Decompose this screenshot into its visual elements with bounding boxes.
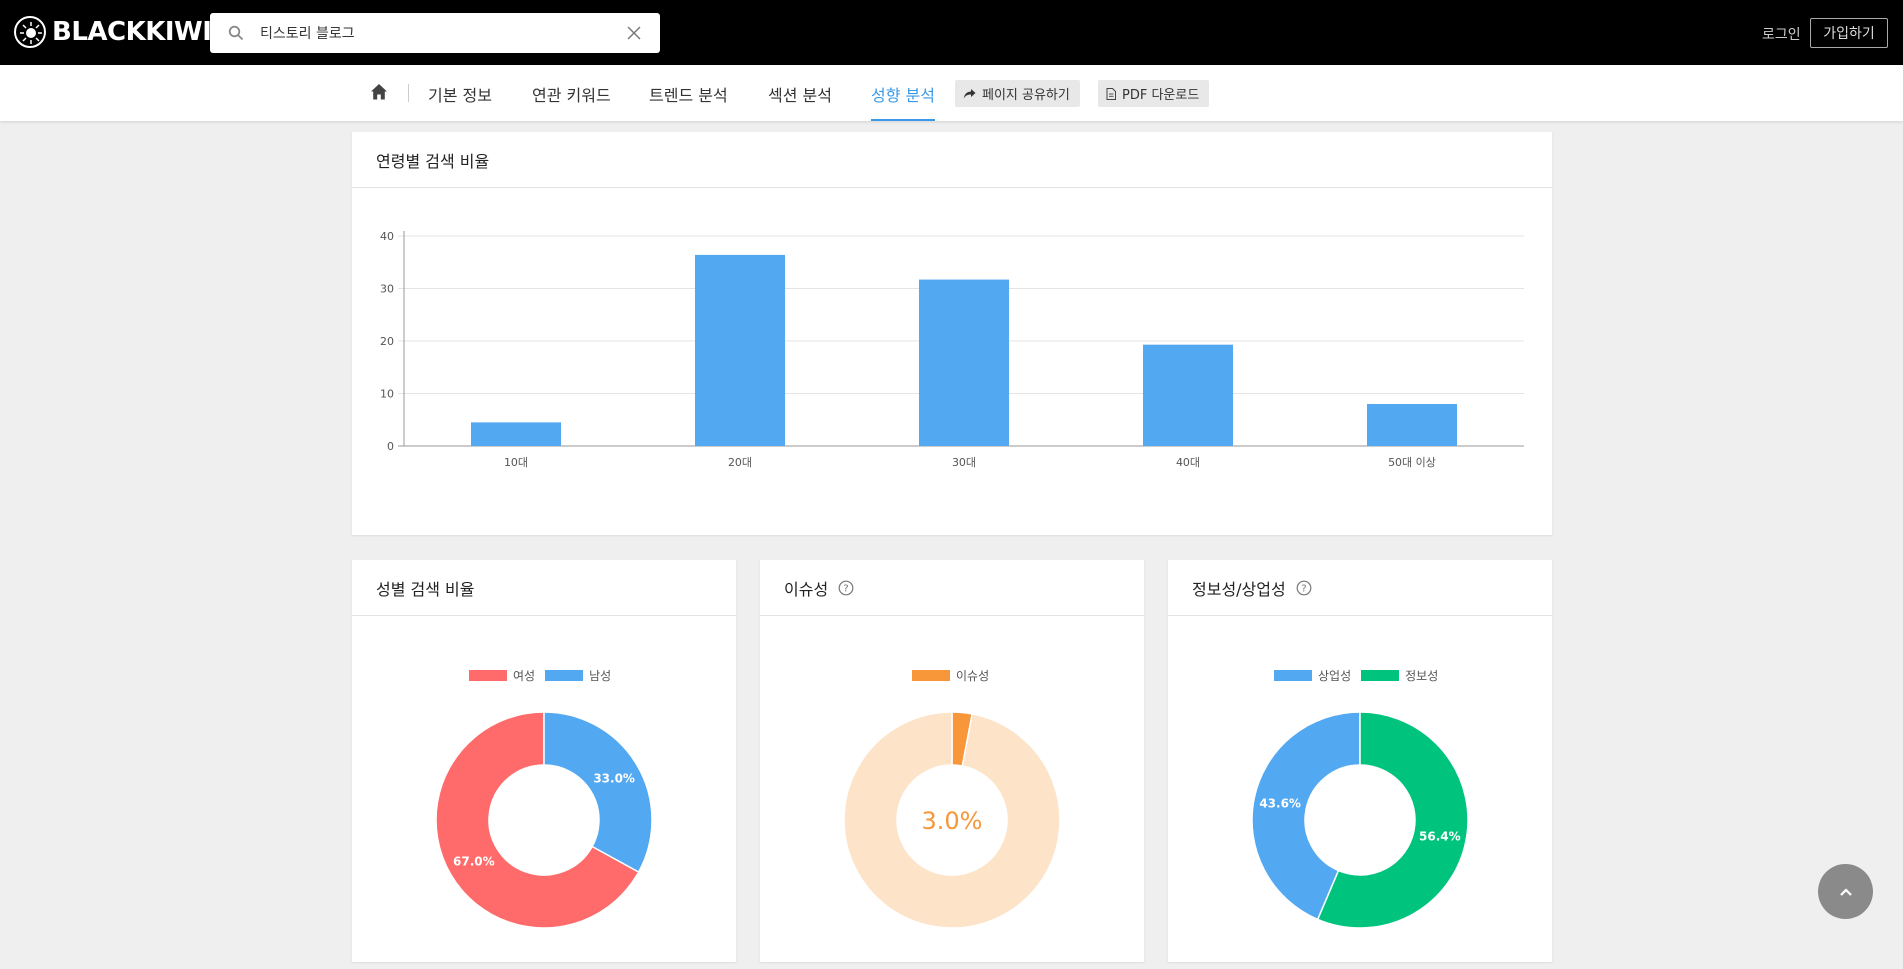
- card-title: 이슈성: [784, 579, 829, 599]
- legend-item-commercial: 상업성: [1274, 667, 1351, 684]
- slice-label: 33.0%: [593, 772, 635, 786]
- legend-swatch: [1274, 670, 1312, 681]
- y-tick-label: 30: [380, 283, 394, 296]
- x-tick-label: 20대: [728, 456, 752, 469]
- y-tick-label: 40: [380, 230, 394, 243]
- card-title: 성별 검색 비율: [376, 579, 475, 599]
- legend-swatch: [469, 670, 507, 681]
- tab-trend-analysis[interactable]: 트렌드 분석: [649, 82, 728, 121]
- scroll-top-button[interactable]: [1818, 864, 1873, 919]
- gender-ratio-card: 성별 검색 비율 여성 남성 67.0% 33.0%: [352, 560, 736, 962]
- nav-divider: [408, 84, 409, 102]
- issue-card: 이슈성 ? 이슈성 3.0%: [760, 560, 1144, 962]
- share-page-button[interactable]: 페이지 공유하기: [955, 80, 1080, 107]
- slice-label: 67.0%: [453, 854, 495, 868]
- card-header: 이슈성 ?: [760, 560, 1144, 616]
- pdf-file-icon: [1106, 87, 1116, 100]
- search-icon: [228, 25, 244, 41]
- slice-label: 56.4%: [1419, 829, 1461, 843]
- logo-kiwi-icon: [14, 16, 46, 48]
- y-tick-label: 20: [380, 335, 394, 348]
- search-box: [210, 13, 660, 53]
- legend-label: 상업성: [1318, 669, 1352, 683]
- share-icon: [963, 88, 976, 98]
- logo[interactable]: BLACKKIWI: [14, 15, 212, 49]
- x-tick-label: 10대: [504, 456, 528, 469]
- chevron-up-icon: [1839, 887, 1852, 896]
- legend-swatch: [1361, 670, 1400, 681]
- chart-legend: 여성 남성: [469, 667, 621, 684]
- legend-swatch: [545, 670, 584, 681]
- x-tick-label: 30대: [952, 456, 976, 469]
- share-label: 페이지 공유하기: [982, 88, 1070, 103]
- tab-section-analysis[interactable]: 섹션 분석: [768, 82, 832, 121]
- join-button[interactable]: 가입하기: [1810, 18, 1888, 48]
- slice-label: 43.6%: [1259, 797, 1301, 811]
- chart-legend: 이슈성: [912, 667, 999, 684]
- bar: [1143, 344, 1233, 446]
- y-tick-label: 0: [387, 440, 394, 453]
- top-bar: BLACKKIWI 로그인 가입하기: [0, 0, 1903, 65]
- center-value-label: 3.0%: [922, 807, 983, 835]
- legend-item-female: 여성: [469, 667, 535, 684]
- help-icon[interactable]: ?: [1296, 580, 1312, 596]
- tab-related-keywords[interactable]: 연관 키워드: [532, 82, 611, 121]
- tab-basic-info[interactable]: 기본 정보: [428, 82, 492, 121]
- logo-text: BLACKKIWI: [52, 17, 212, 47]
- legend-item-male: 남성: [545, 667, 611, 684]
- x-tick-label: 50대 이상: [1388, 456, 1436, 469]
- pdf-download-button[interactable]: PDF 다운로드: [1098, 80, 1210, 107]
- pdf-label: PDF 다운로드: [1122, 88, 1200, 103]
- gender-donut-chart: 67.0% 33.0%: [435, 711, 653, 929]
- search-input[interactable]: [260, 19, 620, 47]
- bar: [471, 422, 561, 446]
- card-header: 정보성/상업성 ?: [1168, 560, 1552, 616]
- card-title: 정보성/상업성: [1192, 579, 1286, 599]
- legend-label: 이슈성: [956, 669, 990, 683]
- x-tick-label: 40대: [1176, 456, 1200, 469]
- help-icon[interactable]: ?: [838, 580, 854, 596]
- info-commercial-donut-chart: 43.6% 56.4%: [1251, 711, 1469, 929]
- pie-slice: [543, 711, 653, 874]
- age-bar-chart: 0 10 20 30 40 10대 20대 30대 40대 50대 이상: [380, 230, 1524, 469]
- home-icon[interactable]: [370, 83, 388, 101]
- svg-text:?: ?: [844, 583, 849, 594]
- age-ratio-card: 연령별 검색 비율 0 10 20 30 40 10대 20대 30대 40대 50대 이상: [352, 132, 1552, 535]
- legend-item-issue: 이슈성: [912, 667, 989, 684]
- legend-label: 정보성: [1405, 669, 1439, 683]
- chart-legend: 상업성 정보성: [1274, 667, 1448, 684]
- tab-tendency-analysis[interactable]: 성향 분석: [871, 82, 935, 121]
- legend-swatch: [912, 670, 950, 681]
- bar: [695, 254, 785, 446]
- legend-label: 여성: [513, 669, 536, 683]
- legend-item-informational: 정보성: [1361, 667, 1438, 684]
- card-title: 연령별 검색 비율: [376, 151, 490, 171]
- legend-label: 남성: [589, 669, 612, 683]
- sub-navigation: 기본 정보 연관 키워드 트렌드 분석 섹션 분석 성향 분석 페이지 공유하기…: [0, 65, 1903, 121]
- clear-icon[interactable]: [626, 25, 642, 41]
- bar: [1367, 404, 1457, 446]
- card-header: 연령별 검색 비율: [352, 132, 1552, 188]
- info-commercial-card: 정보성/상업성 ? 상업성 정보성 43.6% 56.4%: [1168, 560, 1552, 962]
- bar: [919, 279, 1009, 446]
- issue-donut-chart: 3.0%: [843, 711, 1061, 929]
- card-header: 성별 검색 비율: [352, 560, 736, 616]
- svg-text:?: ?: [1301, 583, 1306, 594]
- y-tick-label: 10: [380, 388, 394, 401]
- login-link[interactable]: 로그인: [1762, 24, 1801, 44]
